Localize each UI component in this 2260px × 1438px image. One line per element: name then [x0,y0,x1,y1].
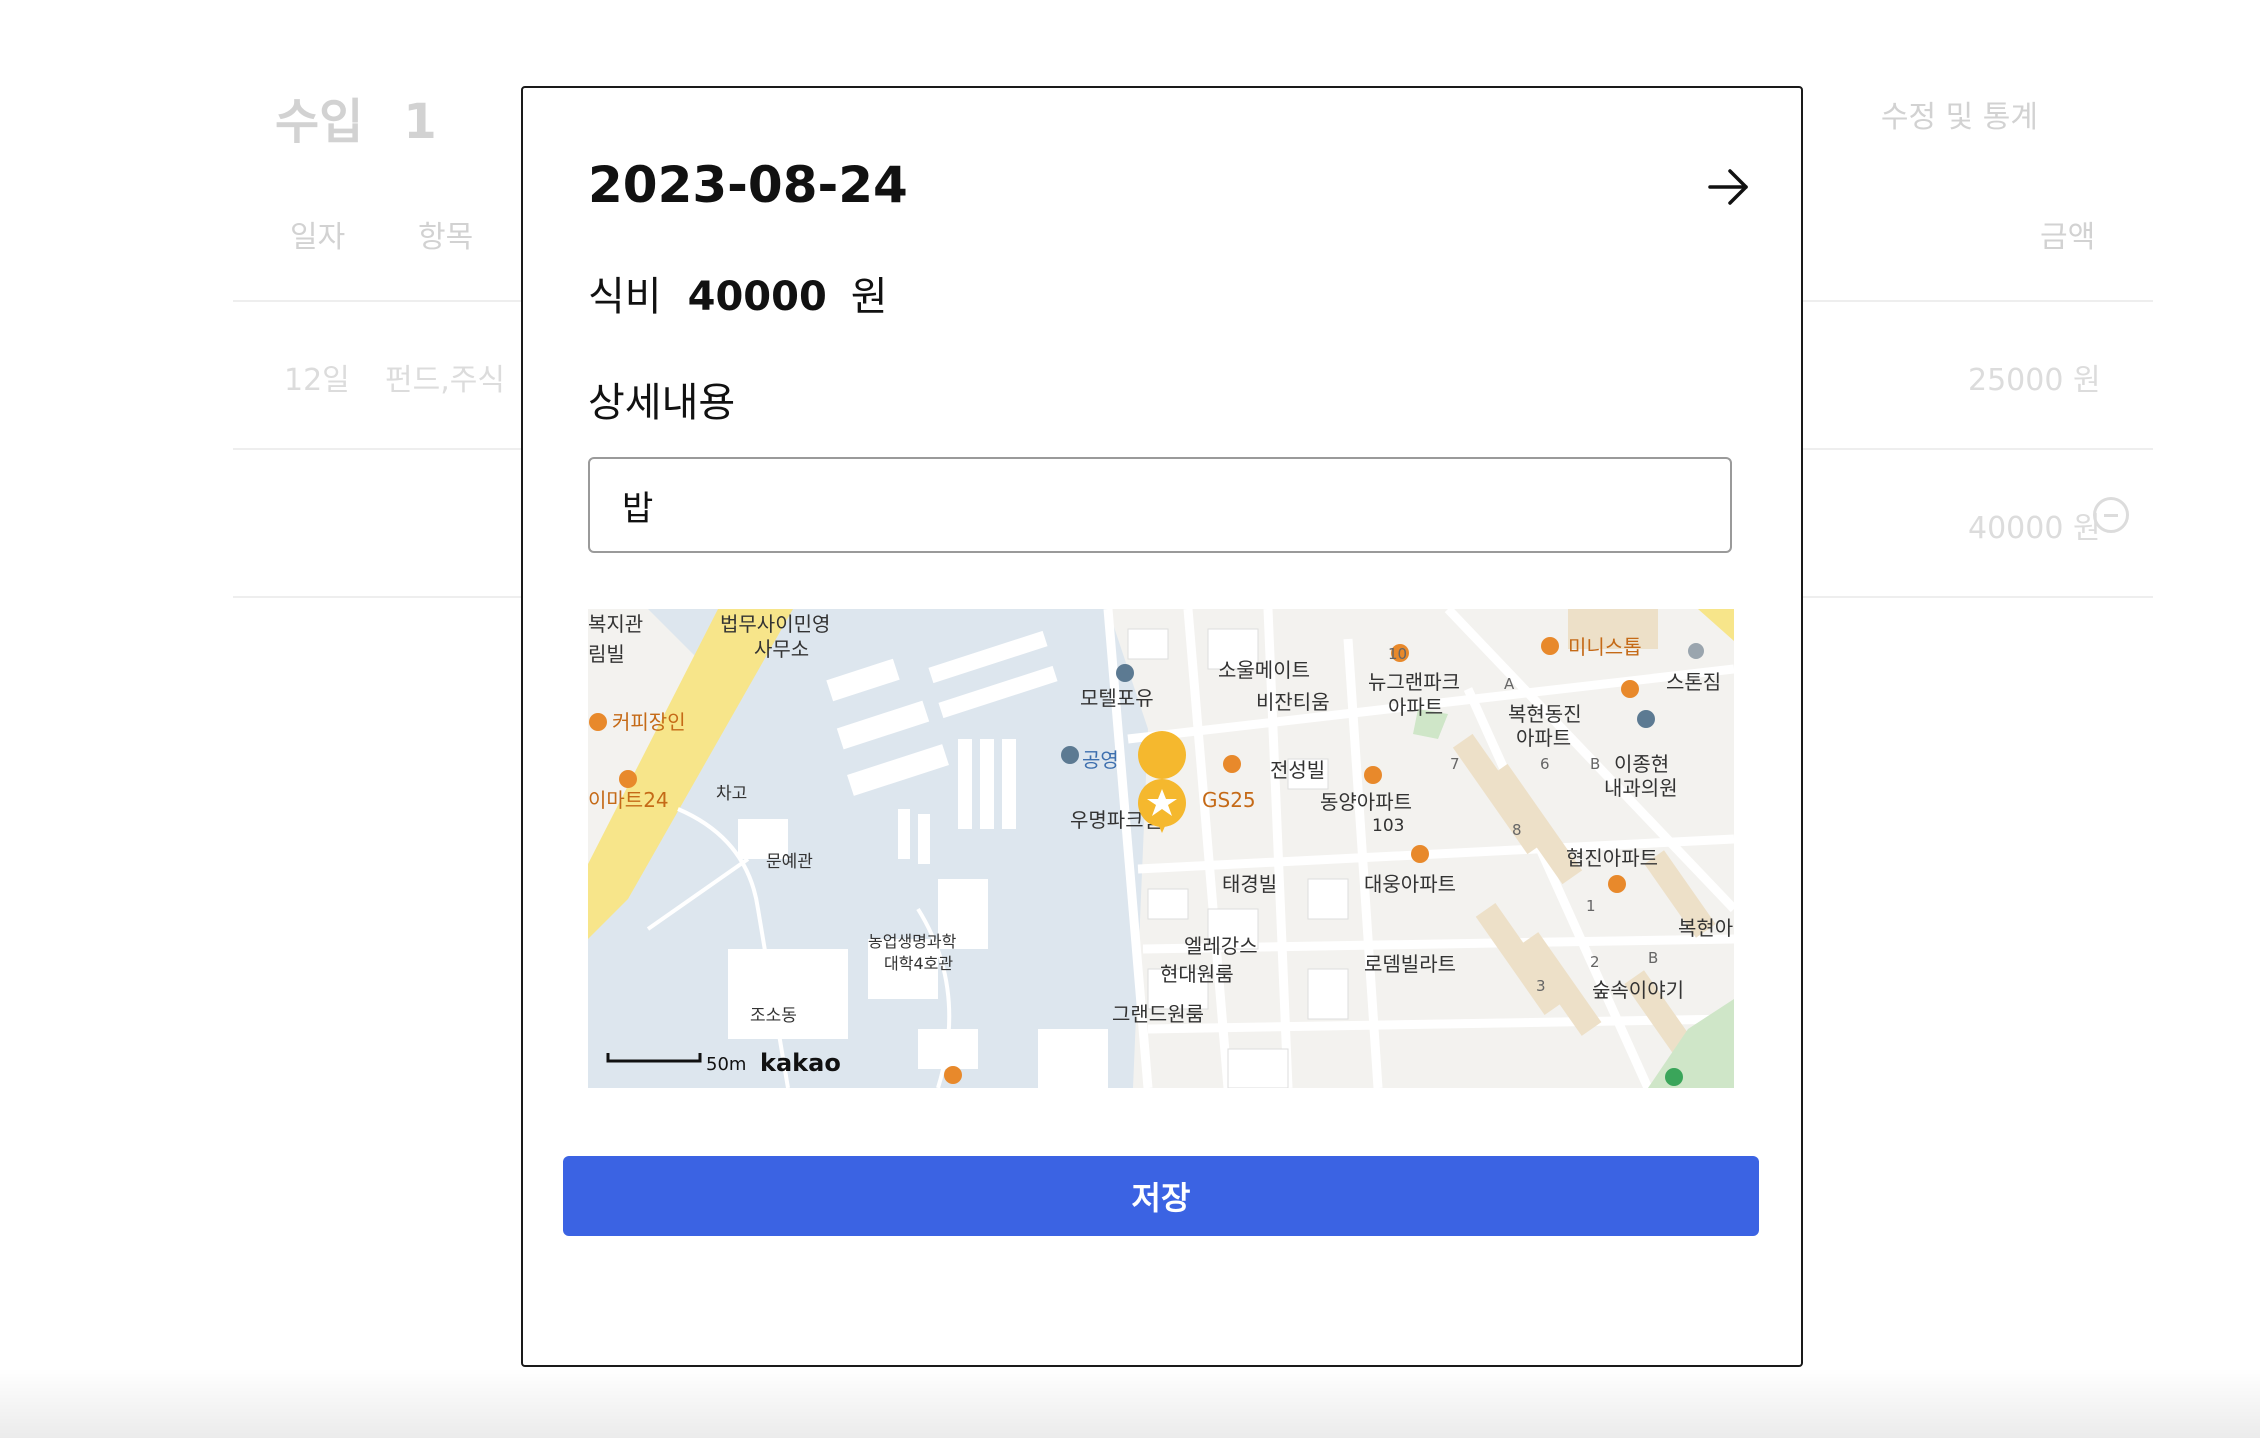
arrow-right-icon[interactable] [1706,164,1752,210]
map-label: 내과의원 [1604,776,1678,800]
map-label: 복현아 [1678,916,1733,940]
map-label: 엘레강스 [1184,934,1258,958]
map-label: 전성빌 [1270,758,1325,782]
map-label: 농업생명과학 [868,932,957,951]
save-button[interactable]: 저장 [563,1156,1759,1236]
map-label: B [1648,949,1658,967]
map-label: 차고 [716,784,747,804]
map-label: 협진아파트 [1566,846,1658,870]
map-label: 법무사이민영 [720,612,830,636]
map-label: A [1504,675,1515,693]
column-header-date: 일자 [290,220,346,255]
map-label: 미니스톱 [1568,635,1642,659]
map-canvas[interactable]: 복지관 법무사이민영 사무소 림빌 커피장인 이마트24 차고 문예관 농업생명… [588,609,1734,1088]
entry-date: 2023-08-24 [588,156,908,214]
map-label: B [1590,755,1600,773]
map-label: 대웅아파트 [1364,872,1456,896]
map-label: 소울메이트 [1218,658,1310,682]
kakao-logo: kakao [760,1049,841,1077]
map-label: 이마트24 [588,788,669,812]
map-label: 문예관 [766,852,813,872]
map-label: 모텔포유 [1080,686,1154,710]
map-label: 복현동진 [1508,702,1582,726]
column-header-item: 항목 [418,220,474,255]
currency-label: 원 [850,274,888,320]
row-1-amount: 25000 원 [1968,363,2101,398]
map-label: 태경빌 [1222,872,1277,896]
detail-label: 상세내용 [588,380,736,426]
map-label: 아파트 [1388,695,1443,719]
map-label: 뉴그랜파크 [1368,670,1460,694]
map-label: 숲속이야기 [1592,978,1684,1002]
map-label: 조소동 [750,1006,797,1026]
location-map[interactable]: 복지관 법무사이민영 사무소 림빌 커피장인 이마트24 차고 문예관 농업생명… [588,609,1734,1088]
map-label: 아파트 [1516,726,1571,750]
map-label: 로뎀빌라트 [1364,952,1456,976]
map-label: 6 [1540,755,1550,773]
amount-row: 식비 40000 원 [588,264,888,322]
map-label: 사무소 [754,637,809,661]
map-label: 동양아파트 [1320,790,1412,814]
map-label: 현대원룸 [1160,962,1234,986]
amount-value: 40000 [687,274,827,320]
remove-row-icon[interactable] [2093,497,2129,533]
map-label: 10 [1388,645,1407,663]
map-scale-label: 50m [706,1054,746,1075]
map-label: 공영 [1082,748,1119,772]
map-label: 비잔티움 [1256,690,1330,714]
bottom-shadow [0,1368,2260,1438]
income-title: 수입 1 [275,82,437,152]
map-label: 3 [1536,977,1546,995]
map-label: 103 [1372,816,1404,836]
map-label: 1 [1586,897,1596,915]
map-label: 림빌 [588,642,625,666]
income-title-label: 수입 [275,94,364,150]
map-label: 스톤짐 [1666,670,1721,694]
map-label: 그랜드원룸 [1112,1002,1204,1026]
map-label: 2 [1590,953,1600,971]
map-label: GS25 [1202,788,1256,812]
map-label: 커피장인 [612,710,686,734]
edit-stats-button[interactable]: 수정 및 통계 [1881,92,2038,136]
row-2-amount: 40000 원 [1968,511,2101,546]
entry-detail-modal: 2023-08-24 식비 40000 원 상세내용 밥 복지관 법무사이민영 … [521,86,1803,1367]
map-label: 복지관 [588,612,643,636]
row-1-date: 12일 [284,363,350,398]
column-header-amount: 금액 [2040,220,2096,255]
map-label: 7 [1450,755,1460,773]
row-1-item: 펀드,주식 [385,363,505,398]
detail-input[interactable] [588,457,1732,553]
map-label: 대학4호관 [884,954,953,973]
map-label: 8 [1512,821,1522,839]
income-count: 1 [403,94,437,150]
category-label: 식비 [588,274,662,320]
map-label: 이종현 [1614,752,1669,776]
